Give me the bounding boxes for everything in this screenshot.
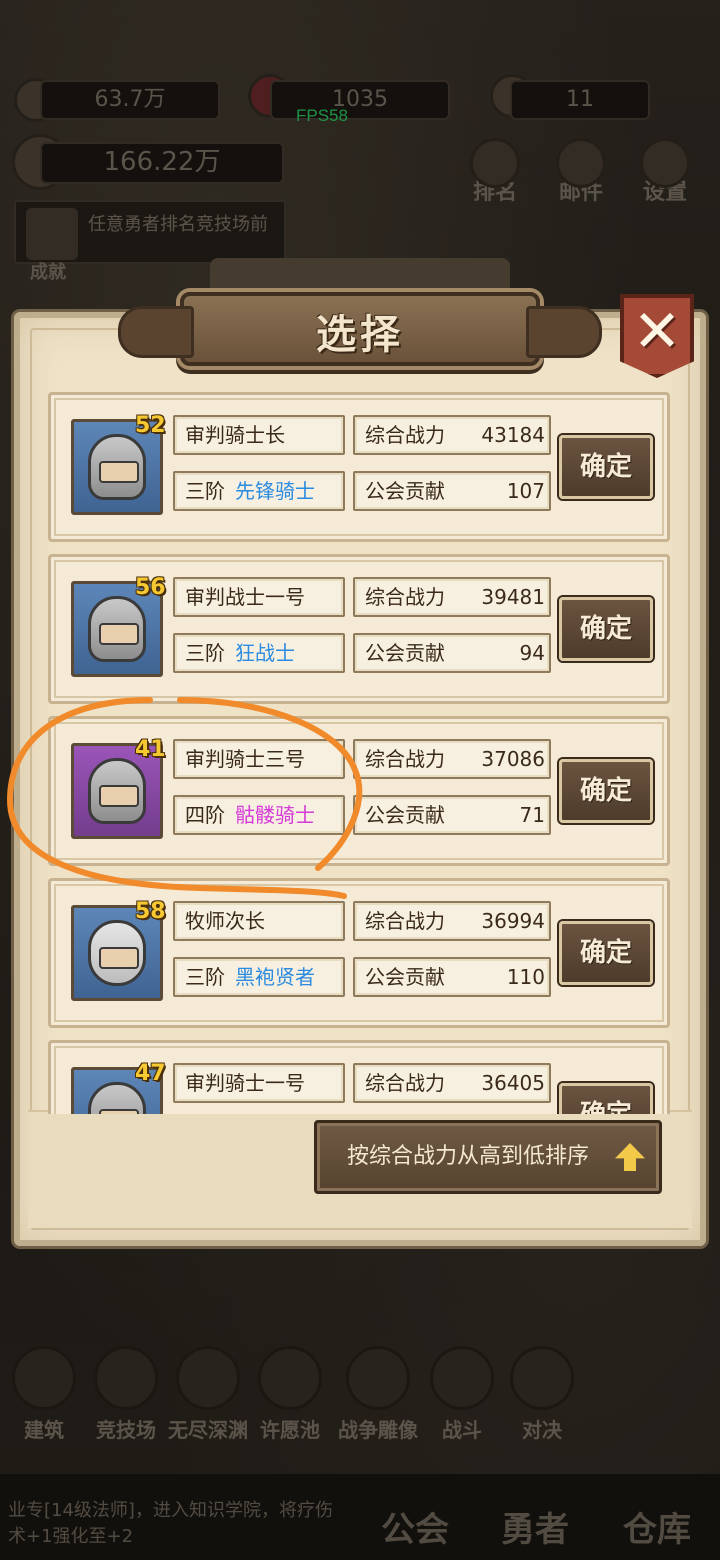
power-label: 综合战力 [365,423,445,447]
contribution-field: 公会贡献 110 [353,957,551,997]
confirm-button[interactable]: 确定 [559,1083,653,1114]
contribution-field: 公会贡献 94 [353,633,551,673]
contribution-value: 71 [519,803,545,827]
hero-rank: 三阶 [185,479,225,503]
power-field: 综合战力 37086 [353,739,551,779]
hero-class: 四阶 骷髅骑士 [173,795,345,835]
contribution-label: 公会贡献 [365,479,445,503]
hero-class: 三阶 黑袍贤者 [173,957,345,997]
hero-card: 41 审判骑士三号 四阶 骷髅骑士 综合战力 37086 公会贡献 71 确定 [48,716,670,866]
hero-name: 审判骑士一号 [173,1063,345,1103]
contribution-value: 107 [506,479,545,503]
hero-helmet-icon [88,758,146,824]
hero-card: 56 审判战士一号 三阶 狂战士 综合战力 39481 公会贡献 94 确定 [48,554,670,704]
hero-rank: 三阶 [185,965,225,989]
dialog-title: 选择 [316,311,404,358]
arrow-up-icon [615,1143,645,1171]
hero-name: 审判骑士长 [173,415,345,455]
hero-name: 审判骑士三号 [173,739,345,779]
hero-helmet-icon [88,434,146,500]
confirm-button[interactable]: 确定 [559,759,653,823]
power-label: 综合战力 [365,747,445,771]
power-field: 综合战力 39481 [353,577,551,617]
sort-label: 按综合战力从高到低排序 [347,1144,590,1169]
power-label: 综合战力 [365,909,445,933]
confirm-button[interactable]: 确定 [559,597,653,661]
contribution-label: 公会贡献 [365,965,445,989]
hero-name: 牧师次长 [173,901,345,941]
power-value: 43184 [481,423,545,447]
power-value: 39481 [481,585,545,609]
power-value: 37086 [481,747,545,771]
power-field: 综合战力 36405 [353,1063,551,1103]
hero-card: 52 审判骑士长 三阶 先锋骑士 综合战力 43184 公会贡献 107 确定 [48,392,670,542]
contribution-value: 94 [519,641,545,665]
hero-level: 58 [135,899,166,924]
hero-class-name: 黑袍贤者 [235,965,315,989]
power-field: 综合战力 36994 [353,901,551,941]
hero-level: 47 [135,1061,166,1086]
contribution-value: 110 [506,965,545,989]
power-field: 综合战力 43184 [353,415,551,455]
power-value: 36994 [481,909,545,933]
hero-rank: 四阶 [185,803,225,827]
hero-helmet-icon [88,920,146,986]
confirm-button[interactable]: 确定 [559,435,653,499]
hero-class: 三阶 狂战士 [173,633,345,673]
hero-helmet-icon [88,596,146,662]
hero-class-name: 狂战士 [235,641,295,665]
confirm-button[interactable]: 确定 [559,921,653,985]
hero-level: 56 [135,575,166,600]
close-button[interactable]: ✕ [620,294,694,378]
hero-class: 三阶 先锋骑士 [173,471,345,511]
hero-list[interactable]: 52 审判骑士长 三阶 先锋骑士 综合战力 43184 公会贡献 107 确定 5… [48,392,672,1114]
contribution-label: 公会贡献 [365,641,445,665]
hero-helmet-icon [88,1082,146,1114]
power-label: 综合战力 [365,585,445,609]
close-icon: ✕ [632,297,682,365]
hero-card: 47 审判骑士一号 综合战力 36405 确定 [48,1040,670,1114]
hero-name: 审判战士一号 [173,577,345,617]
hero-class-name: 骷髅骑士 [235,803,315,827]
contribution-label: 公会贡献 [365,803,445,827]
hero-level: 41 [135,737,166,762]
hero-class-name: 先锋骑士 [235,479,315,503]
contribution-field: 公会贡献 71 [353,795,551,835]
power-label: 综合战力 [365,1071,445,1095]
contribution-field: 公会贡献 107 [353,471,551,511]
dialog-title-plate: 选择 [118,292,602,366]
sort-button[interactable]: 按综合战力从高到低排序 [314,1120,662,1194]
hero-card: 58 牧师次长 三阶 黑袍贤者 综合战力 36994 公会贡献 110 确定 [48,878,670,1028]
hero-rank: 三阶 [185,641,225,665]
power-value: 36405 [481,1071,545,1095]
hero-level: 52 [135,413,166,438]
